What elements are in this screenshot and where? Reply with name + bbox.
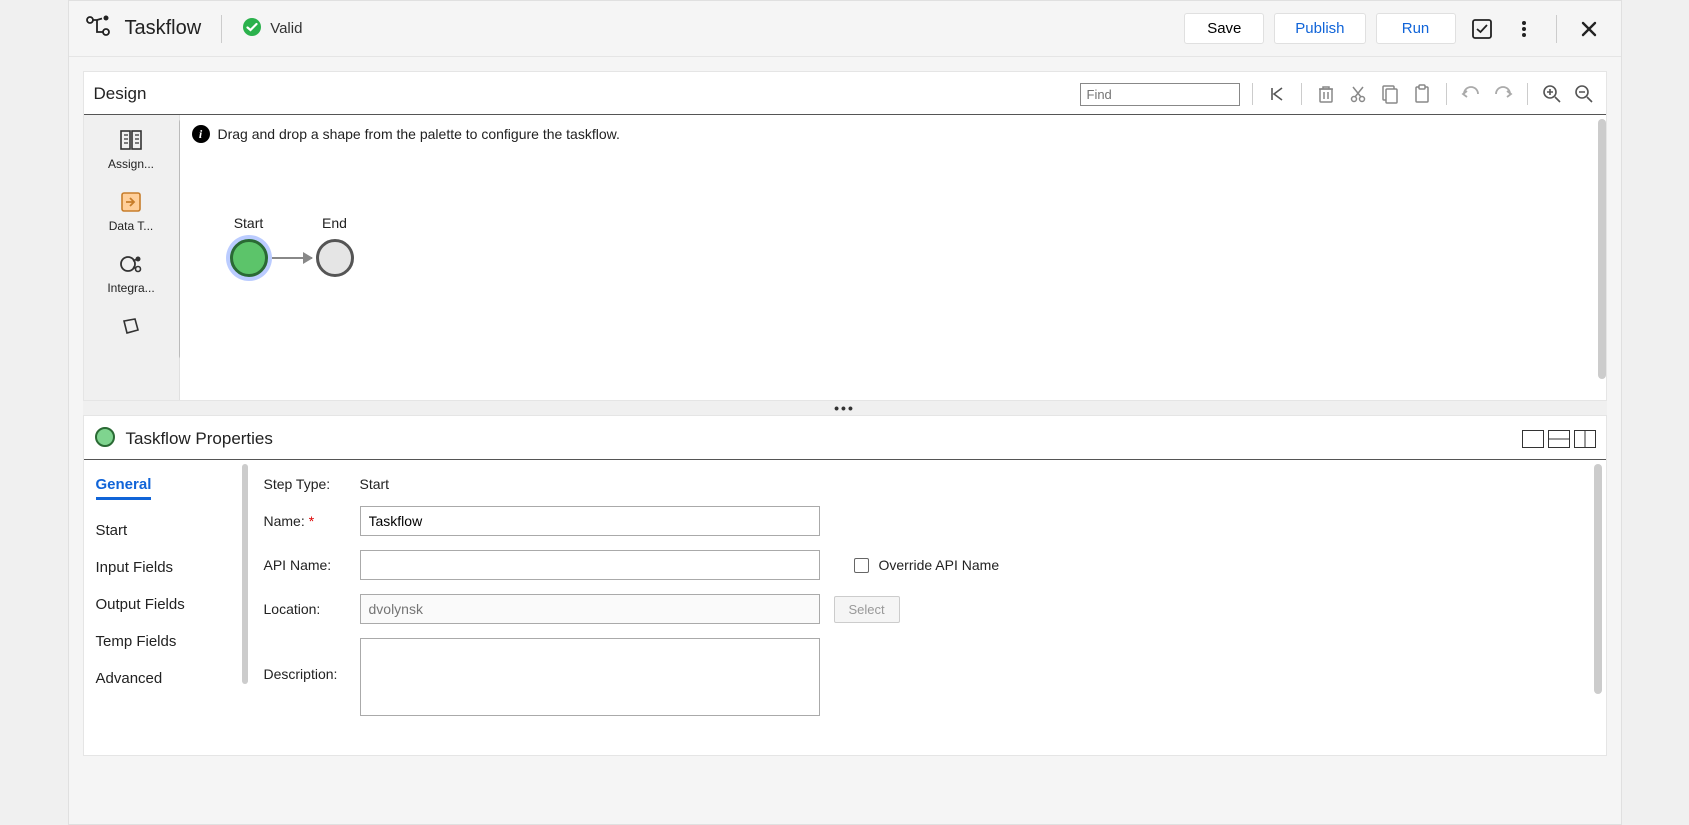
- palette-data-task[interactable]: Data T...: [84, 183, 179, 241]
- props-node-icon: [94, 426, 116, 451]
- separator: [1556, 15, 1557, 43]
- palette-integration[interactable]: Integra...: [84, 245, 179, 303]
- step-type-value: Start: [360, 476, 390, 492]
- tab-start[interactable]: Start: [84, 512, 244, 549]
- design-title: Design: [94, 84, 147, 104]
- app-header: Taskflow Valid Save Publish Run: [69, 1, 1621, 57]
- zoom-in-icon[interactable]: [1540, 82, 1564, 106]
- location-select-button[interactable]: Select: [834, 596, 900, 623]
- note-icon: [118, 313, 144, 339]
- more-menu-icon[interactable]: [1508, 13, 1540, 45]
- description-input[interactable]: [360, 638, 820, 716]
- publish-button[interactable]: Publish: [1274, 13, 1365, 44]
- layout-single-icon[interactable]: [1522, 430, 1544, 448]
- copy-icon[interactable]: [1378, 82, 1402, 106]
- page-title: Taskflow: [125, 17, 202, 40]
- cut-icon[interactable]: [1346, 82, 1370, 106]
- zoom-out-icon[interactable]: [1572, 82, 1596, 106]
- layout-split-v-icon[interactable]: [1574, 430, 1596, 448]
- palette-assignment[interactable]: Assign...: [84, 121, 179, 179]
- name-label: Name:*: [264, 513, 346, 529]
- paste-icon[interactable]: [1410, 82, 1434, 106]
- delete-icon[interactable]: [1314, 82, 1338, 106]
- override-api-checkbox[interactable]: [854, 558, 869, 573]
- scrollbar[interactable]: [1594, 464, 1602, 694]
- goto-start-icon[interactable]: [1265, 82, 1289, 106]
- properties-title: Taskflow Properties: [126, 429, 273, 449]
- end-node[interactable]: End: [316, 215, 354, 277]
- redo-icon[interactable]: [1491, 82, 1515, 106]
- panel-splitter[interactable]: •••: [83, 401, 1607, 415]
- undo-icon[interactable]: [1459, 82, 1483, 106]
- properties-tabs: General Start Input Fields Output Fields…: [84, 460, 244, 751]
- name-input[interactable]: [360, 506, 820, 536]
- info-icon: i: [192, 125, 210, 143]
- tab-input-fields[interactable]: Input Fields: [84, 549, 244, 586]
- tab-temp-fields[interactable]: Temp Fields: [84, 623, 244, 660]
- step-type-label: Step Type:: [264, 476, 346, 492]
- location-label: Location:: [264, 601, 346, 617]
- integration-icon: [118, 251, 144, 277]
- start-node[interactable]: Start: [230, 215, 268, 277]
- find-input[interactable]: [1080, 83, 1240, 106]
- properties-panel: Taskflow Properties General Start Input …: [83, 415, 1607, 756]
- shape-palette: Assign... Data T... Integra...: [84, 115, 180, 400]
- flow-canvas[interactable]: i Drag and drop a shape from the palette…: [180, 115, 1606, 400]
- flow-arrow: [272, 257, 312, 259]
- data-task-icon: [118, 189, 144, 215]
- override-api-label: Override API Name: [879, 557, 1000, 573]
- palette-item-4[interactable]: [84, 307, 179, 351]
- close-icon[interactable]: [1573, 13, 1605, 45]
- canvas-hint: Drag and drop a shape from the palette t…: [218, 126, 620, 142]
- design-panel: Design: [83, 71, 1607, 401]
- tab-advanced[interactable]: Advanced: [84, 660, 244, 697]
- taskflow-icon: [85, 14, 111, 43]
- api-name-label: API Name:: [264, 557, 346, 573]
- save-button[interactable]: Save: [1184, 13, 1264, 44]
- tab-general[interactable]: General: [96, 476, 152, 500]
- location-input: [360, 594, 820, 624]
- scrollbar[interactable]: [1598, 119, 1606, 379]
- run-button[interactable]: Run: [1376, 13, 1456, 44]
- validation-icon[interactable]: [1466, 13, 1498, 45]
- tab-output-fields[interactable]: Output Fields: [84, 586, 244, 623]
- assignment-icon: [118, 127, 144, 153]
- api-name-input[interactable]: [360, 550, 820, 580]
- separator: [221, 15, 222, 43]
- description-label: Description:: [264, 666, 346, 682]
- valid-check-icon: [242, 17, 262, 40]
- layout-split-h-icon[interactable]: [1548, 430, 1570, 448]
- valid-label: Valid: [270, 20, 302, 37]
